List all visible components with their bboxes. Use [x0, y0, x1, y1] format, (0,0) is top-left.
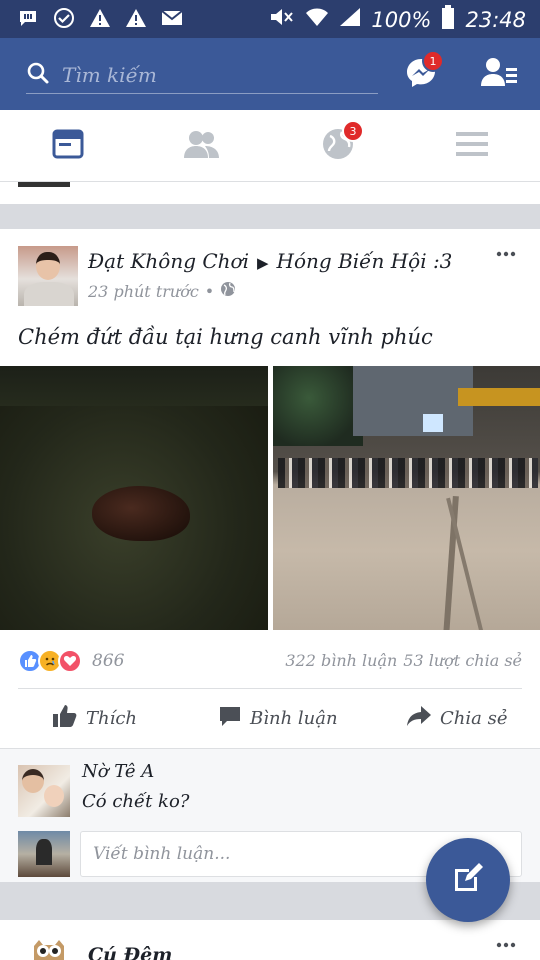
notifications-badge: 3	[342, 120, 364, 142]
love-reaction-icon	[58, 649, 82, 673]
post-meta: 23 phút trước •	[88, 281, 236, 301]
shares-count[interactable]: 53 lượt chia sẻ	[403, 651, 522, 670]
owl-avatar-icon[interactable]	[30, 938, 68, 960]
comment-button[interactable]: Bình luận	[218, 703, 338, 733]
chat-notification-icon	[16, 7, 40, 29]
post-photo-2[interactable]	[273, 366, 540, 630]
next-post: Cú Đêm	[0, 920, 540, 960]
separator-dot: •	[204, 281, 215, 301]
menu-icon	[455, 130, 489, 162]
warning-icon	[88, 7, 112, 29]
mail-icon	[160, 7, 184, 29]
search-placeholder[interactable]: Tìm kiếm	[62, 63, 157, 87]
arrow-right-icon: ▶	[257, 254, 269, 272]
more-dots-icon	[496, 934, 516, 953]
comment-text: Có chết ko?	[82, 791, 190, 812]
comments-count[interactable]: 322 bình luận	[285, 651, 397, 670]
post-text: Chém đứt đầu tại hưng canh vĩnh phúc	[18, 325, 433, 349]
previous-post-fragment	[0, 182, 540, 204]
warning-icon	[124, 7, 148, 29]
next-post-author[interactable]: Cú Đêm	[88, 944, 172, 960]
like-label: Thích	[86, 707, 138, 729]
comment-bubble-icon	[218, 705, 242, 732]
battery-icon	[441, 5, 455, 34]
share-arrow-icon	[406, 705, 432, 732]
share-label: Chia sẻ	[440, 707, 508, 729]
messenger-button[interactable]: 1	[404, 50, 444, 88]
top-bar: Tìm kiếm 1	[0, 38, 540, 110]
feed-post: Đạt Không Chơi ▶ Hóng Biến Hội :3 23 phút …	[0, 229, 540, 882]
public-globe-icon	[220, 281, 236, 301]
commenter-name[interactable]: Nờ Tê A	[82, 761, 154, 782]
tab-news-feed[interactable]	[48, 128, 88, 164]
tab-more[interactable]	[452, 128, 492, 164]
tab-bar: 3	[0, 110, 540, 182]
thumbs-up-icon	[52, 704, 78, 733]
mute-icon	[269, 6, 295, 33]
comment-input-placeholder: Viết bình luận...	[93, 844, 231, 864]
friends-icon	[183, 129, 221, 163]
battery-percent: 100%	[371, 7, 432, 32]
reaction-count: 866	[92, 651, 125, 671]
status-bar: 100% 23:48	[0, 0, 540, 38]
wifi-icon	[305, 7, 329, 32]
friend-requests-button[interactable]	[480, 56, 518, 88]
commenter-avatar[interactable]	[18, 765, 70, 817]
divider	[18, 688, 522, 689]
search-icon	[26, 61, 50, 89]
like-button[interactable]: Thích	[52, 703, 137, 733]
previous-post-image	[18, 182, 70, 187]
search-bar[interactable]: Tìm kiếm	[26, 56, 378, 94]
system-status: 100% 23:48	[269, 5, 526, 34]
messenger-icon	[404, 59, 438, 94]
tab-friends[interactable]	[182, 128, 222, 164]
comment-label: Bình luận	[250, 707, 338, 729]
post-photo-1[interactable]	[0, 366, 268, 630]
more-dots-icon	[496, 243, 516, 262]
author-avatar[interactable]	[18, 246, 78, 306]
notification-icons	[16, 7, 184, 29]
post-time[interactable]: 23 phút trước	[88, 282, 199, 301]
post-options-button[interactable]	[496, 247, 520, 259]
reaction-summary[interactable]: 866	[18, 649, 124, 673]
messenger-badge: 1	[422, 50, 444, 72]
check-circle-icon	[52, 7, 76, 29]
group-name[interactable]: Hóng Biến Hội :3	[277, 249, 453, 273]
person-list-icon	[480, 58, 518, 92]
news-feed-icon	[52, 129, 84, 163]
my-avatar	[18, 831, 70, 877]
share-button[interactable]: Chia sẻ	[406, 703, 507, 733]
signal-icon	[339, 7, 361, 32]
engagement-counts: 322 bình luận 53 lượt chia sẻ	[285, 651, 522, 670]
author-name[interactable]: Đạt Không Chơi	[88, 249, 249, 273]
compose-post-button[interactable]	[426, 838, 510, 922]
compose-pencil-icon	[451, 861, 485, 899]
clock: 23:48	[465, 7, 526, 32]
tab-notifications[interactable]: 3	[318, 120, 364, 164]
next-post-options-button[interactable]	[496, 938, 516, 950]
post-header: Đạt Không Chơi ▶ Hóng Biến Hội :3	[88, 249, 452, 273]
